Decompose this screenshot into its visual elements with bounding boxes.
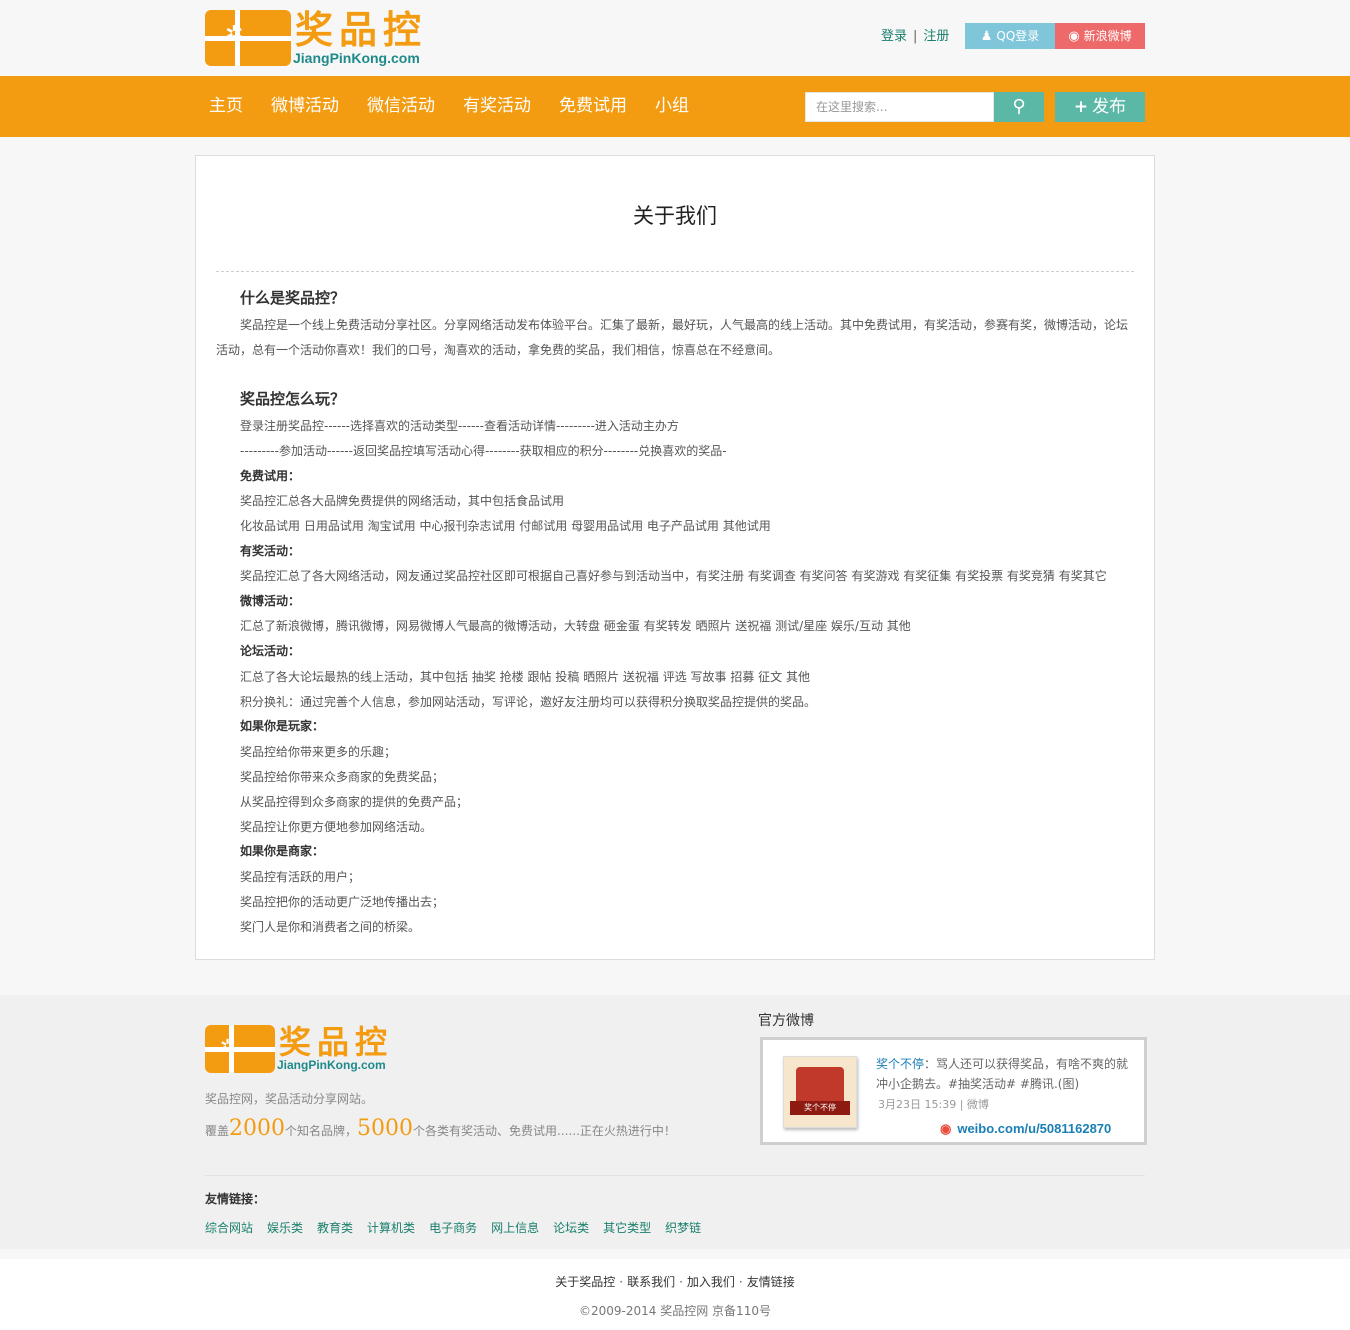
nav-item-groups[interactable]: 小组	[655, 76, 689, 137]
content-line: 积分换礼：通过完善个人信息，参加网站活动，写评论，邀好友注册均可以获得积分换取奖…	[240, 695, 817, 709]
footer-logo-text-cn: 奖品控	[279, 1023, 394, 1061]
content-line: 奖门人是你和消费者之间的桥梁。	[240, 920, 421, 934]
content-line: 奖品控汇总了各大网络活动，网友通过奖品控社区即可根据自己喜好参与到活动当中，有奖…	[240, 569, 1107, 583]
weibo-widget: 奖个不停 奖个不停：骂人还可以获得奖品，有啥不爽的就冲小企鹅去。#抽奖活动# #…	[760, 1037, 1147, 1145]
auth-separator: |	[913, 29, 918, 44]
content-line: 奖品控给你带来众多商家的免费奖品；	[240, 770, 445, 784]
official-weibo-title: 官方微博	[758, 1013, 814, 1029]
footer: ✲ 奖品控 JiangPinKong.com 奖品控网，奖品活动分享网站。 覆盖…	[0, 995, 1350, 1249]
qq-login-button[interactable]: ♟ QQ登录	[965, 23, 1055, 49]
search-button[interactable]: ⚲	[994, 92, 1044, 122]
content-line: 化妆品试用 日用品试用 淘宝试用 中心报刊杂志试用 付邮试用 母婴用品试用 电子…	[240, 519, 771, 533]
weibo-link-text: weibo.com/u/5081162870	[957, 1121, 1112, 1136]
site-logo[interactable]: ✲ 奖品控 JiangPinKong.com	[205, 8, 440, 68]
stats-mid: 个知名品牌，	[285, 1124, 358, 1138]
top-bar: ✲ 奖品控 JiangPinKong.com 登录 | 注册 ♟ QQ登录 ◉ 新浪微博	[0, 0, 1350, 76]
qq-login-label: QQ登录	[996, 29, 1040, 43]
friend-link[interactable]: 娱乐类	[267, 1220, 303, 1236]
copyright: ©2009-2014 奖品控网 京备110号	[579, 1304, 771, 1318]
friend-links-title: 友情链接：	[205, 1192, 266, 1206]
content-subheading: 论坛活动：	[240, 644, 301, 658]
publish-button[interactable]: + 发布	[1055, 92, 1145, 122]
footer-stats: 覆盖2000个知名品牌，5000个各类有奖活动、免费试用......正在火热进行…	[205, 1115, 676, 1145]
content-line: 奖品控给你带来更多的乐趣；	[240, 745, 397, 759]
bottom-links: 关于奖品控 · 联系我们 · 加入我们 · 友情链接	[555, 1275, 795, 1289]
title-divider	[216, 271, 1134, 272]
friend-links: 综合网站 娱乐类 教育类 计算机类 电子商务 网上信息 论坛类 其它类型 织梦链	[205, 1220, 715, 1236]
section-heading-what: 什么是奖品控？	[240, 289, 346, 307]
section-text-what: 奖品控是一个线上免费活动分享社区。分享网络活动发布体验平台。汇集了最新，最好玩，…	[216, 318, 1129, 357]
nav-item-free-trial[interactable]: 免费试用	[559, 76, 627, 137]
friend-link[interactable]: 教育类	[317, 1220, 353, 1236]
logo-text-en: JiangPinKong.com	[293, 50, 420, 66]
logo-text-cn: 奖品控	[295, 7, 428, 52]
main-nav: 主页 微博活动 微信活动 有奖活动 免费试用 小组 在这里搜索... ⚲ + 发布	[0, 76, 1350, 137]
content-line: 从奖品控得到众多商家的提供的免费产品；	[240, 795, 469, 809]
footer-logo[interactable]: ✲ 奖品控 JiangPinKong.com	[205, 1023, 405, 1075]
nav-item-prize[interactable]: 有奖活动	[463, 76, 531, 137]
section-heading-how: 奖品控怎么玩？	[240, 390, 346, 408]
weibo-profile-link[interactable]: ◉ weibo.com/u/5081162870	[940, 1120, 1111, 1138]
content-line: 登录注册奖品控------选择喜欢的活动类型------查看活动详情------…	[240, 419, 679, 433]
weibo-post: 奖个不停：骂人还可以获得奖品，有啥不爽的就冲小企鹅去。#抽奖活动# #腾讯.(图…	[876, 1054, 1136, 1094]
content-subheading: 如果你是玩家：	[240, 719, 325, 733]
nav-item-weixin[interactable]: 微信活动	[367, 76, 435, 137]
qq-icon: ♟	[980, 29, 993, 44]
weibo-post-meta: 3月23日 15:39 | 微博	[878, 1098, 989, 1111]
avatar-ribbon: 奖个不停	[790, 1101, 850, 1115]
join-link[interactable]: 加入我们	[687, 1275, 735, 1289]
content-subheading: 如果你是商家：	[240, 844, 325, 858]
friend-link[interactable]: 论坛类	[553, 1220, 589, 1236]
publish-label: 发布	[1092, 97, 1127, 117]
friend-links-link[interactable]: 友情链接	[747, 1275, 795, 1289]
footer-tagline: 奖品控网，奖品活动分享网站。	[205, 1092, 374, 1106]
content-subheading: 免费试用：	[240, 469, 301, 483]
register-link[interactable]: 注册	[923, 29, 949, 44]
nav-item-home[interactable]: 主页	[209, 76, 243, 137]
friend-link[interactable]: 计算机类	[367, 1220, 415, 1236]
weibo-icon: ◉	[1068, 29, 1080, 44]
friend-link[interactable]: 其它类型	[603, 1220, 651, 1236]
content-line: 汇总了新浪微博，腾讯微博，网易微博人气最高的微博活动，大转盘 砸金蛋 有奖转发 …	[240, 619, 911, 633]
footer-divider	[205, 1175, 1145, 1176]
stats-prefix: 覆盖	[205, 1124, 230, 1138]
content-subheading: 有奖活动：	[240, 544, 301, 558]
content-line: 汇总了各大论坛最热的线上活动，其中包括 抽奖 抢楼 跟帖 投稿 晒照片 送祝福 …	[240, 670, 810, 684]
friend-link[interactable]: 织梦链	[665, 1220, 701, 1236]
search-input[interactable]: 在这里搜索...	[805, 92, 994, 122]
bottom-bar: 关于奖品控 · 联系我们 · 加入我们 · 友情链接 ©2009-2014 奖品控网 京备1…	[0, 1259, 1350, 1330]
nav-item-weibo[interactable]: 微博活动	[271, 76, 339, 137]
plus-icon: +	[1073, 97, 1089, 117]
brands-count: 2000	[229, 1116, 286, 1141]
weibo-login-label: 新浪微博	[1083, 29, 1132, 43]
footer-logo-text-en: JiangPinKong.com	[277, 1058, 386, 1072]
content-line: 奖品控汇总各大品牌免费提供的网络活动，其中包括食品试用	[240, 494, 565, 508]
about-link[interactable]: 关于奖品控	[555, 1275, 615, 1289]
weibo-avatar[interactable]: 奖个不停	[783, 1056, 857, 1128]
friend-link[interactable]: 综合网站	[205, 1220, 253, 1236]
content-line: ---------参加活动------返回奖品控填写活动心得--------获取…	[240, 444, 727, 458]
content-subheading: 微博活动：	[240, 594, 301, 608]
search-icon: ⚲	[1012, 96, 1026, 117]
gift-logo-icon: ✲	[205, 10, 291, 66]
content-line: 奖品控让你更方便地参加网络活动。	[240, 820, 433, 834]
contact-link[interactable]: 联系我们	[627, 1275, 675, 1289]
nav-items: 主页 微博活动 微信活动 有奖活动 免费试用 小组	[209, 76, 717, 137]
about-content: 关于我们 什么是奖品控？ 奖品控是一个线上免费活动分享社区。分享网络活动发布体验…	[195, 155, 1155, 960]
login-link[interactable]: 登录	[881, 29, 907, 44]
friend-link[interactable]: 网上信息	[491, 1220, 539, 1236]
weibo-author-link[interactable]: 奖个不停	[876, 1057, 924, 1071]
content-line: 奖品控把你的活动更广泛地传播出去；	[240, 895, 445, 909]
page-title: 关于我们	[633, 204, 717, 228]
friend-link[interactable]: 电子商务	[429, 1220, 477, 1236]
stats-suffix: 个各类有奖活动、免费试用......正在火热进行中！	[413, 1124, 676, 1138]
weibo-login-button[interactable]: ◉ 新浪微博	[1055, 23, 1145, 49]
content-line: 奖品控有活跃的用户；	[240, 870, 361, 884]
activities-count: 5000	[357, 1116, 414, 1141]
weibo-icon: ◉	[940, 1121, 952, 1136]
gift-logo-icon: ✲	[205, 1025, 275, 1073]
auth-links: 登录 | 注册	[881, 28, 949, 46]
